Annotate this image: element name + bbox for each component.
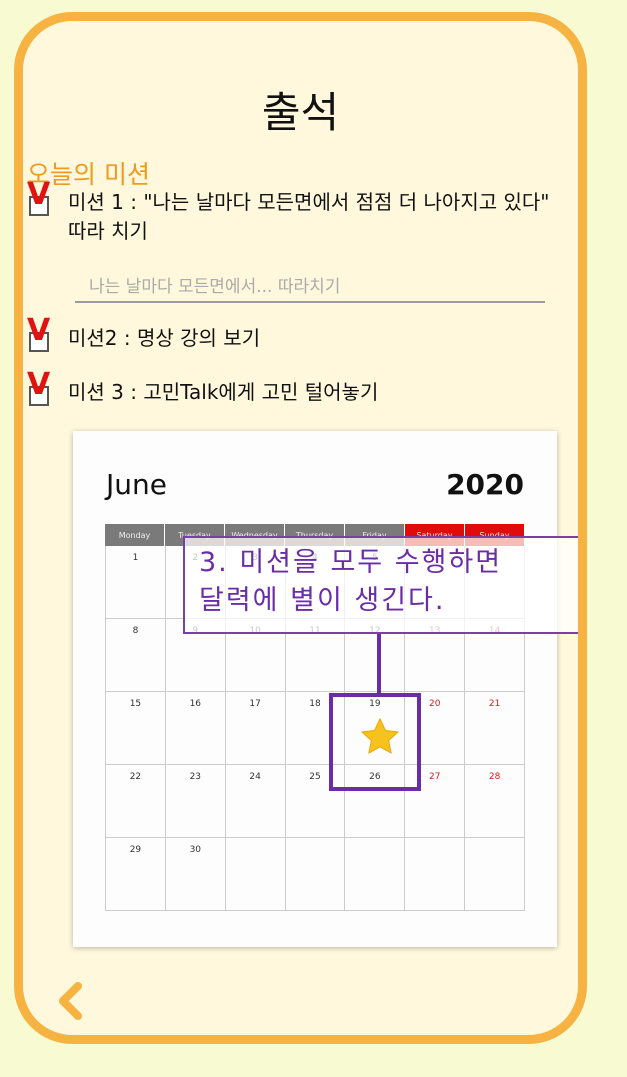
day-number: 23 xyxy=(189,772,202,782)
day-number: 1 xyxy=(132,553,139,563)
mission-1-input[interactable] xyxy=(75,273,545,303)
annotation-callout: 3. 미션을 모두 수행하면 달력에 별이 생긴다. xyxy=(183,536,578,634)
calendar-day[interactable]: 8 xyxy=(106,619,166,692)
check-mark-icon: V xyxy=(27,313,51,348)
mission-1-label: 미션 1 : "나는 날마다 모든면에서 점점 더 나아지고 있다" 따라 치기 xyxy=(68,188,578,246)
mission-2-label: 미션2 : 명상 강의 보기 xyxy=(68,326,261,350)
chevron-left-icon[interactable] xyxy=(51,981,91,1021)
weekday-label: Monday xyxy=(105,524,165,546)
calendar-day[interactable]: 28 xyxy=(465,765,526,838)
calendar-day[interactable] xyxy=(345,838,406,911)
mission-1[interactable]: V 미션 1 : "나는 날마다 모든면에서 점점 더 나아지고 있다" 따라 … xyxy=(27,180,578,246)
mission-1-label-line1: 미션 1 : "나는 날마다 모든면에서 점점 더 나아지고 있다" xyxy=(68,190,550,214)
calendar-day[interactable]: 16 xyxy=(165,692,226,765)
day-number: 8 xyxy=(132,626,139,636)
mission-1-label-line2: 따라 치기 xyxy=(68,219,148,243)
calendar-day[interactable]: 1 xyxy=(106,546,166,619)
day-number: 29 xyxy=(129,845,142,855)
calendar-day[interactable] xyxy=(285,838,346,911)
calendar-day[interactable]: 29 xyxy=(106,838,166,911)
calendar-day[interactable] xyxy=(225,838,286,911)
calendar-year: 2020 xyxy=(446,468,524,501)
star-icon xyxy=(361,718,399,754)
check-mark-icon: V xyxy=(27,367,51,402)
calendar-day[interactable]: 17 xyxy=(225,692,286,765)
attendance-calendar: June 2020 Monday Tuesday Wednesday Thursday… xyxy=(73,431,557,947)
day-number: 24 xyxy=(249,772,261,782)
mission-3-label: 미션 3 : 고민Talk에게 고민 털어놓기 xyxy=(68,380,379,404)
annotation-connector xyxy=(377,634,381,694)
calendar-day[interactable]: 15 xyxy=(106,692,166,765)
app-frame: 출석 오늘의 미션 V 미션 1 : "나는 날마다 모든면에서 점점 더 나아… xyxy=(14,12,587,1044)
check-mark-icon: V xyxy=(27,177,51,212)
calendar-month: June xyxy=(106,468,167,501)
page-title: 출석 xyxy=(261,88,340,137)
day-number: 21 xyxy=(488,699,501,709)
calendar-day[interactable]: 30 xyxy=(165,838,226,911)
day-number: 15 xyxy=(129,699,142,709)
calendar-day[interactable]: 23 xyxy=(165,765,226,838)
day-number: 30 xyxy=(189,845,202,855)
day-number: 17 xyxy=(249,699,261,709)
calendar-day[interactable]: 21 xyxy=(465,692,526,765)
calendar-day[interactable] xyxy=(465,838,526,911)
day-number: 28 xyxy=(488,772,501,782)
mission-2[interactable]: V 미션2 : 명상 강의 보기 xyxy=(27,316,261,353)
calendar-week: 29 30 xyxy=(106,838,526,911)
mission-3[interactable]: V 미션 3 : 고민Talk에게 고민 털어놓기 xyxy=(27,370,379,407)
calendar-day[interactable]: 24 xyxy=(225,765,286,838)
calendar-week: 22 23 24 25 26 27 28 xyxy=(106,765,526,838)
day-number: 22 xyxy=(129,772,142,782)
calendar-week: 15 16 17 18 19 20 21 xyxy=(106,692,526,765)
calendar-day[interactable]: 22 xyxy=(106,765,166,838)
calendar-day[interactable] xyxy=(405,838,466,911)
annotation-line-1: 3. 미션을 모두 수행하면 xyxy=(199,547,503,578)
annotation-line-2: 달력에 별이 생긴다. xyxy=(199,585,446,616)
day-number: 16 xyxy=(189,699,202,709)
